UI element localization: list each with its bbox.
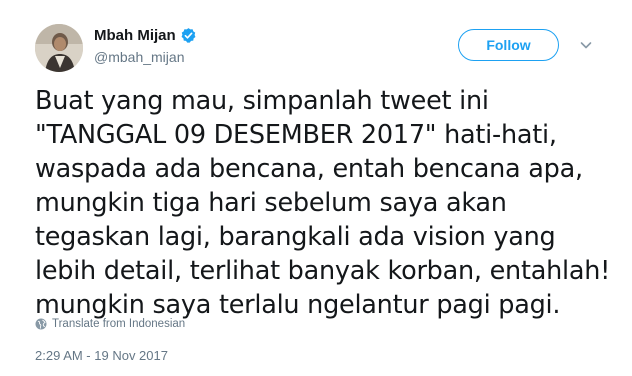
translate-link[interactable]: Translate from Indonesian: [35, 318, 185, 330]
verified-badge-icon: [181, 28, 196, 43]
translate-label[interactable]: Translate from Indonesian: [52, 318, 185, 330]
author-name[interactable]: Mbah Mijan: [94, 27, 197, 44]
tweet-timestamp[interactable]: 2:29 AM - 19 Nov 2017: [35, 348, 168, 363]
avatar-photo: [35, 24, 83, 72]
chevron-down-icon[interactable]: [579, 38, 593, 52]
author-name-text[interactable]: Mbah Mijan: [94, 27, 176, 44]
follow-button[interactable]: Follow: [458, 29, 559, 61]
globe-icon: [35, 318, 47, 330]
author-handle[interactable]: @mbah_mijan: [94, 49, 184, 65]
author-avatar[interactable]: [35, 24, 83, 72]
tweet-text: Buat yang mau, simpanlah tweet ini "TANG…: [35, 86, 611, 320]
